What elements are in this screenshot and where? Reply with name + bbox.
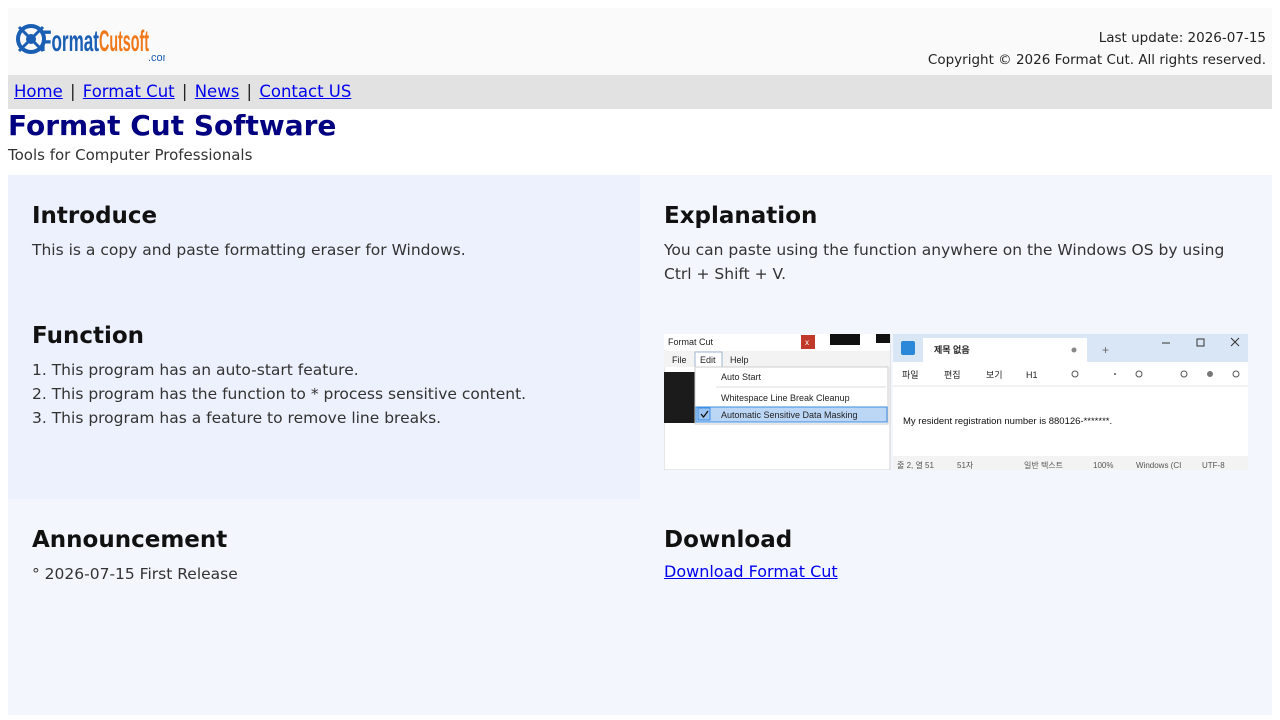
svg-text:+: +	[1102, 343, 1109, 357]
nav-separator: |	[69, 82, 76, 101]
svg-text:Format: Format	[41, 25, 99, 58]
shot-dropdown-item: Auto Start	[721, 372, 762, 382]
nav-format-cut-link[interactable]: Format Cut	[83, 82, 175, 101]
nav-separator: |	[246, 82, 253, 101]
announcement-item: ° 2026-07-15 First Release	[32, 565, 238, 583]
function-list: 1. This program has an auto-start featur…	[32, 358, 616, 430]
shot-notepad-menu: 보기	[986, 370, 1003, 380]
shot-close-label: x	[805, 338, 809, 347]
nav-home-link[interactable]: Home	[14, 82, 63, 101]
function-item: 3. This program has a feature to remove …	[32, 409, 442, 427]
shot-status: UTF-8	[1202, 461, 1225, 470]
shot-app-title: Format Cut	[668, 337, 714, 347]
announcement-panel: Announcement ° 2026-07-15 First Release	[8, 499, 640, 715]
header-meta: Last update: 2026-07-15 Copyright © 2026…	[928, 27, 1266, 71]
introduce-heading: Introduce	[32, 203, 158, 229]
copyright: Copyright © 2026 Format Cut. All rights …	[927, 52, 1266, 68]
download-panel: Download Download Format Cut	[640, 499, 1272, 715]
shot-notepad-menu: 파일	[902, 370, 919, 380]
explanation-heading: Explanation	[664, 203, 818, 229]
shot-notepad-menu: 편집	[944, 369, 961, 380]
introduce-text: This is a copy and paste formatting eras…	[32, 241, 466, 259]
shot-status: 51자	[957, 461, 974, 470]
shot-menu-file: File	[672, 355, 687, 365]
main-nav: Home | Format Cut | News | Contact US	[8, 75, 1272, 109]
function-item: 1. This program has an auto-start featur…	[32, 361, 359, 379]
site-header: Format Cutsoft .com Last update: 2026-07…	[8, 8, 1272, 75]
app-screenshot: Format Cut x File Edit Help Auto Start W…	[664, 334, 1248, 470]
announcement-heading: Announcement	[32, 527, 228, 553]
shot-status: Windows (CI	[1136, 461, 1181, 470]
shot-dropdown-item: Whitespace Line Break Cleanup	[721, 393, 850, 403]
function-item: 2. This program has the function to * pr…	[32, 385, 527, 403]
shot-menu-edit: Edit	[700, 355, 716, 365]
shot-dropdown-item: Automatic Sensitive Data Masking	[721, 410, 858, 420]
shot-status: 줄 2, 열 51	[897, 461, 935, 470]
introduce-panel: Introduce This is a copy and paste forma…	[8, 175, 640, 499]
shot-notepad-tab: 제목 없음	[934, 344, 970, 355]
svg-text:Cutsoft: Cutsoft	[99, 25, 149, 58]
shot-notepad-text: My resident registration number is 88012…	[903, 416, 1112, 427]
shot-status: 100%	[1093, 461, 1113, 470]
nav-news-link[interactable]: News	[195, 82, 240, 101]
explanation-text: You can paste using the function anywher…	[664, 241, 1225, 283]
logo-image: Format Cutsoft .com	[16, 24, 165, 64]
svg-text:.com: .com	[148, 52, 165, 64]
site-subtitle: Tools for Computer Professionals	[8, 146, 253, 164]
site-logo[interactable]: Format Cutsoft .com	[15, 13, 165, 64]
site-title: Format Cut Software	[8, 109, 337, 142]
last-update: Last update: 2026-07-15	[1098, 30, 1266, 46]
nav-contact-link[interactable]: Contact US	[259, 82, 351, 101]
nav-separator: |	[181, 82, 188, 101]
function-heading: Function	[32, 323, 145, 349]
shot-notepad-menu: H1	[1026, 370, 1038, 380]
shot-status: 일반 텍스트	[1024, 460, 1063, 470]
shot-menu-help: Help	[730, 355, 749, 365]
download-heading: Download	[664, 527, 793, 553]
download-link[interactable]: Download Format Cut	[664, 562, 838, 581]
